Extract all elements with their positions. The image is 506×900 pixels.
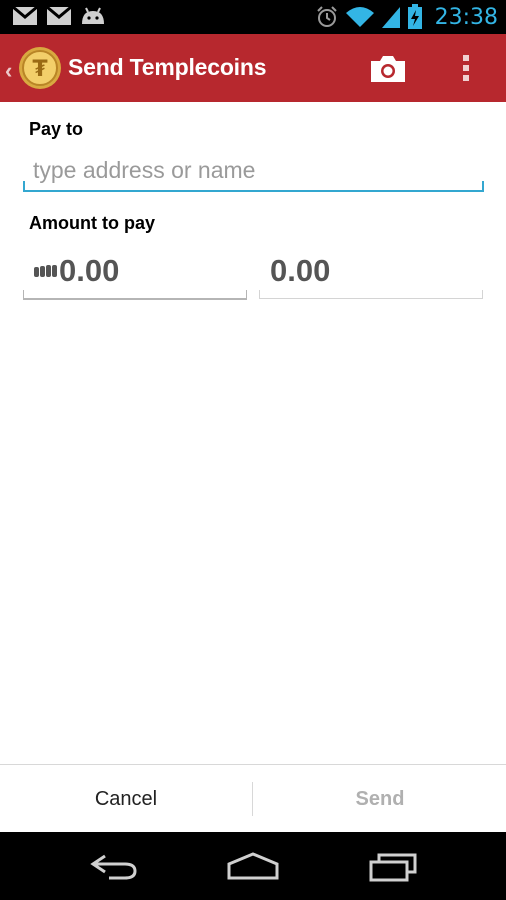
address-input-edge-left bbox=[23, 181, 25, 192]
button-divider bbox=[252, 782, 253, 816]
home-icon[interactable] bbox=[225, 850, 281, 882]
navigation-bar bbox=[0, 832, 506, 900]
amount-btc-field[interactable]: 0.00 bbox=[23, 248, 247, 300]
clock: 23:38 bbox=[434, 4, 498, 30]
templecoin-logo-icon[interactable]: ₮ bbox=[18, 46, 62, 90]
svg-text:₮: ₮ bbox=[32, 57, 48, 82]
send-button[interactable]: Send bbox=[254, 765, 506, 833]
amount-local-field[interactable]: 0.00 bbox=[259, 248, 483, 299]
camera-icon[interactable] bbox=[369, 52, 407, 84]
amount-label: Amount to pay bbox=[29, 213, 155, 233]
button-bar: Cancel Send bbox=[0, 764, 506, 833]
android-icon bbox=[82, 7, 104, 24]
amount-btc-value: 0.00 bbox=[59, 253, 120, 288]
up-caret-icon[interactable]: ‹ bbox=[5, 58, 12, 84]
alarm-icon bbox=[316, 6, 337, 27]
address-input[interactable] bbox=[23, 150, 484, 192]
field-edge bbox=[482, 290, 483, 298]
notification-icons bbox=[12, 6, 106, 26]
battery-charging-icon bbox=[407, 4, 422, 29]
wifi-icon bbox=[345, 7, 374, 27]
cancel-button[interactable]: Cancel bbox=[0, 765, 252, 833]
amount-local-value: 0.00 bbox=[270, 253, 331, 288]
gmail-icon bbox=[46, 6, 72, 25]
signal-icon bbox=[381, 7, 400, 28]
field-edge bbox=[246, 290, 247, 298]
system-icons: 23:38 bbox=[315, 4, 498, 30]
address-input-edge-right bbox=[482, 181, 484, 192]
currency-prefix-icon bbox=[34, 265, 57, 277]
gmail-icon bbox=[12, 6, 38, 25]
overflow-menu-icon[interactable] bbox=[456, 52, 476, 84]
pay-to-label: Pay to bbox=[29, 119, 84, 139]
page-title: Send Templecoins bbox=[68, 54, 267, 80]
recents-icon[interactable] bbox=[367, 850, 423, 882]
back-icon[interactable] bbox=[85, 850, 141, 882]
status-bar: 23:38 bbox=[0, 0, 506, 34]
field-edge bbox=[23, 290, 24, 298]
field-edge bbox=[259, 290, 260, 298]
action-bar: ‹ ₮ Send Templecoins bbox=[0, 34, 506, 102]
